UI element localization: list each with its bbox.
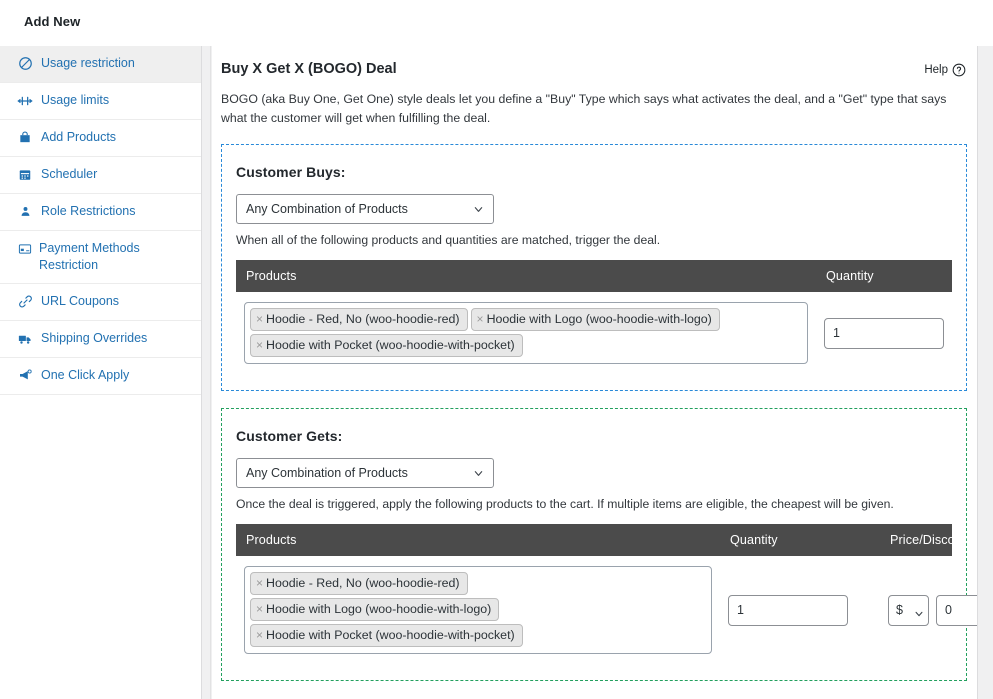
user-icon [16, 203, 34, 220]
sidebar-item-list: Usage restriction Usage limits Add Product… [0, 46, 201, 395]
help-label: Help [924, 64, 948, 76]
main-panel: Buy X Get X (BOGO) Deal Help BOGO (aka B… [212, 46, 978, 699]
link-icon [16, 293, 34, 310]
column-header-quantity: Quantity [816, 260, 952, 292]
sidebar-item-label: One Click Apply [41, 368, 130, 382]
table-row: × Hoodie - Red, No (woo-hoodie-red) × Hoodi… [236, 292, 952, 374]
column-header-products: Products [236, 524, 720, 556]
customer-gets-quantity-input[interactable] [728, 594, 848, 626]
column-header-price-discount: Price/Discount [880, 524, 972, 556]
product-token-label: Hoodie - Red, No (woo-hoodie-red) [266, 312, 460, 326]
customer-buys-section: Customer Buys: Any Combination of Produc… [221, 144, 967, 391]
remove-token-icon[interactable]: × [256, 603, 263, 615]
customer-gets-section: Customer Gets: Any Combination of Produc… [221, 408, 977, 681]
product-token-label: Hoodie with Logo (woo-hoodie-with-logo) [486, 312, 712, 326]
truck-icon [16, 330, 34, 347]
sidebar-item-one-click-apply[interactable]: One Click Apply [0, 358, 201, 395]
remove-token-icon[interactable]: × [256, 339, 263, 351]
question-circle-icon [952, 63, 966, 77]
table-row: × Hoodie - Red, No (woo-hoodie-red) × Hoodi… [236, 556, 977, 664]
sidebar-item-label: Shipping Overrides [41, 331, 148, 345]
sidebar-item-role-restrictions[interactable]: Role Restrictions [0, 194, 201, 231]
customer-gets-heading: Customer Gets: [236, 428, 343, 444]
panel-description: BOGO (aka Buy One, Get One) style deals … [221, 92, 947, 125]
sidebar-item-usage-limits[interactable]: Usage limits [0, 83, 201, 120]
table-header-row: Products Quantity Price/Discount [236, 524, 972, 556]
product-token-label: Hoodie with Pocket (woo-hoodie-with-pock… [266, 338, 515, 352]
remove-token-icon[interactable]: × [256, 313, 263, 325]
help-link[interactable]: Help [924, 63, 966, 77]
product-token[interactable]: × Hoodie - Red, No (woo-hoodie-red) [250, 308, 468, 331]
bag-icon [16, 129, 34, 146]
customer-buys-type-select[interactable]: Any Combination of Products [236, 194, 494, 224]
remove-token-icon[interactable]: × [256, 629, 263, 641]
customer-gets-quantity-cell [720, 556, 880, 664]
product-token-label: Hoodie - Red, No (woo-hoodie-red) [266, 576, 460, 590]
customer-buys-table: Products Quantity × Hoodie - Red, No (woo… [236, 260, 952, 374]
customer-gets-table: Products Quantity Price/Discount × Hoodie… [236, 524, 977, 664]
product-token[interactable]: × Hoodie with Logo (woo-hoodie-with-logo) [470, 308, 720, 331]
product-token-label: Hoodie with Logo (woo-hoodie-with-logo) [266, 602, 492, 616]
customer-gets-type-select-wrap: Any Combination of Products [236, 458, 494, 488]
currency-select-wrap: $ [888, 594, 929, 626]
sidebar-item-label: URL Coupons [41, 294, 120, 308]
product-token[interactable]: × Hoodie - Red, No (woo-hoodie-red) [250, 572, 468, 595]
column-header-quantity: Quantity [720, 524, 880, 556]
sidebar-nav: Usage restriction Usage limits Add Product… [0, 46, 202, 699]
product-token[interactable]: × Hoodie with Pocket (woo-hoodie-with-poc… [250, 334, 523, 357]
credit-card-icon [16, 240, 34, 257]
sidebar-item-url-coupons[interactable]: URL Coupons [0, 284, 201, 321]
customer-buys-hint: When all of the following products and q… [236, 233, 661, 247]
sidebar-item-add-products[interactable]: Add Products [0, 120, 201, 157]
sidebar-item-usage-restriction[interactable]: Usage restriction [0, 46, 201, 83]
megaphone-icon [16, 367, 34, 384]
sidebar-item-scheduler[interactable]: Scheduler [0, 157, 201, 194]
customer-buys-heading: Customer Buys: [236, 164, 346, 180]
sidebar-item-label: Payment Methods Restriction [39, 241, 140, 272]
currency-select[interactable]: $ [888, 594, 929, 626]
panel-title: Buy X Get X (BOGO) Deal [221, 61, 397, 77]
sidebar-item-label: Scheduler [41, 167, 98, 181]
sidebar-item-label: Role Restrictions [41, 204, 136, 218]
remove-token-icon[interactable]: × [256, 577, 263, 589]
limits-icon [16, 92, 34, 109]
customer-buys-products-cell: × Hoodie - Red, No (woo-hoodie-red) × Hoodi… [236, 292, 816, 374]
calendar-icon [16, 166, 34, 183]
panel-header: Buy X Get X (BOGO) Deal Help [221, 46, 967, 90]
page-title: Add New [24, 14, 81, 29]
layout-gutter [202, 46, 211, 699]
product-token[interactable]: × Hoodie with Logo (woo-hoodie-with-logo) [250, 598, 500, 621]
right-margin-strip [979, 46, 993, 699]
product-token-label: Hoodie with Pocket (woo-hoodie-with-pock… [266, 628, 515, 642]
customer-buys-product-select[interactable]: × Hoodie - Red, No (woo-hoodie-red) × Hoodi… [244, 302, 808, 364]
remove-token-icon[interactable]: × [477, 313, 484, 325]
sidebar-item-label: Usage limits [41, 93, 110, 107]
sidebar-item-label: Usage restriction [41, 56, 135, 70]
sidebar-item-label: Add Products [41, 130, 117, 144]
customer-buys-quantity-input[interactable] [824, 317, 944, 349]
customer-buys-type-select-wrap: Any Combination of Products [236, 194, 494, 224]
customer-gets-hint: Once the deal is triggered, apply the fo… [236, 497, 894, 511]
product-token[interactable]: × Hoodie with Pocket (woo-hoodie-with-poc… [250, 624, 523, 647]
sidebar-item-shipping-overrides[interactable]: Shipping Overrides [0, 321, 201, 358]
customer-buys-quantity-cell [816, 292, 952, 374]
column-header-products: Products [236, 260, 816, 292]
sidebar-item-payment-methods-restriction[interactable]: Payment Methods Restriction [0, 231, 201, 284]
price-discount-input[interactable] [936, 594, 977, 626]
customer-gets-product-select[interactable]: × Hoodie - Red, No (woo-hoodie-red) × Hoodi… [244, 566, 712, 654]
table-header-row: Products Quantity [236, 260, 952, 292]
customer-gets-products-cell: × Hoodie - Red, No (woo-hoodie-red) × Hoodi… [236, 556, 720, 664]
top-bar: Add New [0, 0, 993, 46]
customer-gets-type-select[interactable]: Any Combination of Products [236, 458, 494, 488]
customer-gets-price-cell: $ [880, 556, 977, 664]
no-entry-icon [16, 55, 34, 72]
